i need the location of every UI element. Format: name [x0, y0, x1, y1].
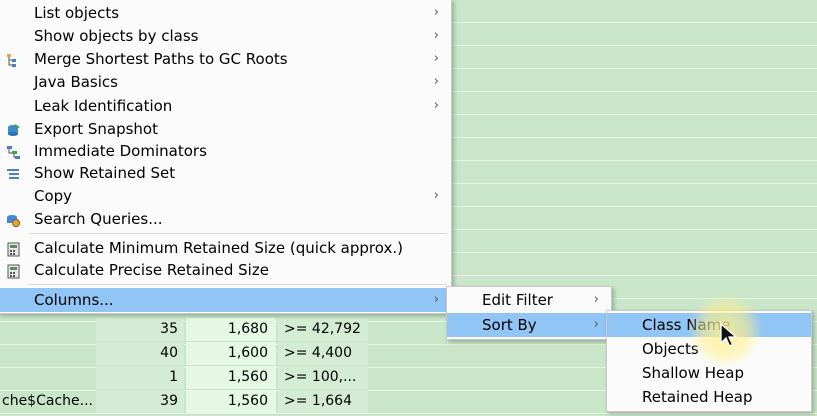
menu-item-label: Merge Shortest Paths to GC Roots [34, 50, 288, 68]
menu-item-label: Calculate Minimum Retained Size (quick a… [34, 239, 403, 257]
chevron-right-icon: › [433, 188, 439, 203]
retained-heap-cell: >= 1,664 [278, 390, 368, 413]
menu-item-calculate-precise-retained-size[interactable]: Calculate Precise Retained Size [0, 259, 451, 281]
menu-item-label: Leak Identification [34, 97, 173, 115]
class-name-cell [0, 342, 98, 365]
menu-item-label: Class Name [642, 316, 731, 334]
menu-item-label: Shallow Heap [642, 364, 744, 382]
retained-set-icon [6, 166, 21, 181]
objects-cell: 35 [96, 318, 184, 341]
menu-item-label: Columns... [34, 291, 114, 309]
menu-item-label: Sort By [482, 316, 537, 334]
sort-by-submenu: Class Name Objects Shallow Heap Retained… [606, 310, 812, 412]
chevron-right-icon: › [433, 51, 439, 66]
chevron-right-icon: › [433, 98, 439, 113]
shallow-heap-cell: 1,560 [186, 366, 276, 389]
chevron-right-icon: › [593, 317, 599, 332]
menu-item-columns[interactable]: Columns... › [0, 288, 451, 312]
class-name-cell: che$Cache... [2, 393, 93, 409]
menu-item-merge-shortest-paths[interactable]: Merge Shortest Paths to GC Roots › [0, 48, 451, 70]
menu-item-retained-heap[interactable]: Retained Heap [607, 386, 811, 408]
menu-item-label: Search Queries... [34, 210, 163, 228]
menu-item-edit-filter[interactable]: Edit Filter › [447, 289, 611, 311]
retained-heap-cell: >= 100,... [278, 366, 368, 389]
menu-item-label: Java Basics [34, 73, 118, 91]
objects-cell: 40 [96, 342, 184, 365]
shallow-heap-cell: 1,600 [186, 342, 276, 365]
calculator-icon [6, 263, 21, 279]
menu-item-label: Calculate Precise Retained Size [34, 261, 269, 279]
chevron-right-icon: › [433, 5, 439, 20]
menu-item-show-objects-by-class[interactable]: Show objects by class › [0, 25, 451, 47]
gc-paths-icon [6, 52, 21, 67]
menu-item-label: Retained Heap [642, 388, 753, 406]
menu-separator [29, 284, 447, 285]
menu-item-calculate-minimum-retained-size[interactable]: Calculate Minimum Retained Size (quick a… [0, 237, 451, 259]
shallow-heap-cell: 1,680 [186, 318, 276, 341]
columns-submenu: Edit Filter › Sort By › [446, 286, 612, 340]
retained-heap-cell: >= 42,792 [278, 318, 368, 341]
table-row[interactable]: 1 1,560 >= 100,... [0, 366, 370, 389]
chevron-right-icon: › [433, 74, 439, 89]
table-row[interactable]: 35 1,680 >= 42,792 [0, 318, 370, 341]
menu-item-export-snapshot[interactable]: Export Snapshot [0, 118, 451, 140]
menu-item-label: Edit Filter [482, 291, 553, 309]
shallow-heap-cell: 1,560 [186, 390, 276, 413]
menu-item-search-queries[interactable]: Search Queries... [0, 208, 451, 230]
menu-item-label: List objects [34, 4, 120, 22]
menu-separator [29, 233, 447, 234]
menu-item-label: Copy [34, 187, 73, 205]
menu-item-shallow-heap[interactable]: Shallow Heap [607, 362, 811, 384]
table-row[interactable]: che$Cache... 39 1,560 >= 1,664 [0, 390, 370, 413]
menu-item-label: Show Retained Set [34, 164, 176, 182]
menu-item-copy[interactable]: Copy › [0, 185, 451, 207]
dominators-icon [6, 144, 21, 159]
menu-item-show-retained-set[interactable]: Show Retained Set [0, 162, 451, 184]
class-name-cell [0, 318, 98, 341]
objects-cell: 1 [96, 366, 184, 389]
table-row[interactable]: 40 1,600 >= 4,400 [0, 342, 370, 365]
menu-item-label: Immediate Dominators [34, 142, 207, 160]
menu-item-immediate-dominators[interactable]: Immediate Dominators [0, 140, 451, 162]
calculator-icon [6, 241, 21, 257]
objects-cell: 39 [96, 390, 184, 413]
search-queries-icon [6, 212, 21, 227]
menu-item-label: Objects [642, 340, 699, 358]
retained-heap-cell: >= 4,400 [278, 342, 368, 365]
menu-item-objects[interactable]: Objects [607, 338, 811, 360]
menu-item-label: Export Snapshot [34, 120, 158, 138]
menu-item-java-basics[interactable]: Java Basics › [0, 71, 451, 93]
context-menu: List objects › Show objects by class › M… [0, 0, 452, 314]
menu-item-leak-identification[interactable]: Leak Identification › [0, 95, 451, 117]
export-snapshot-icon [6, 122, 21, 137]
menu-item-label: Show objects by class [34, 27, 199, 45]
chevron-right-icon: › [593, 292, 599, 307]
menu-item-class-name[interactable]: Class Name [607, 313, 811, 337]
menu-item-list-objects[interactable]: List objects › [0, 2, 451, 24]
class-name-cell [0, 366, 98, 389]
chevron-right-icon: › [433, 28, 439, 43]
menu-item-sort-by[interactable]: Sort By › [447, 313, 611, 337]
chevron-right-icon: › [433, 292, 439, 307]
class-histogram-table: 35 1,680 >= 42,792 40 1,600 >= 4,400 1 1… [0, 318, 450, 416]
